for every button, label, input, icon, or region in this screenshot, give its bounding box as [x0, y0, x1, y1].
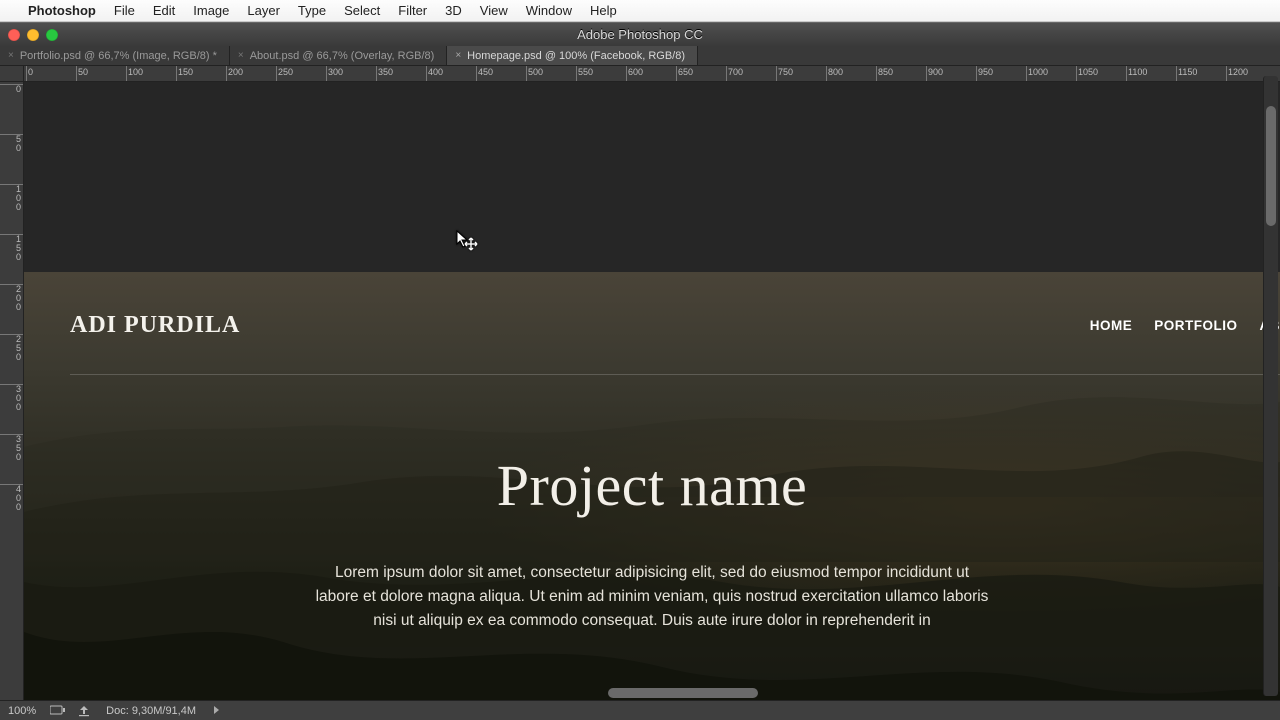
status-disclosure-icon[interactable] — [210, 705, 219, 717]
ruler-h-label: 450 — [478, 67, 493, 77]
menu-edit[interactable]: Edit — [153, 3, 175, 18]
ruler-h-label: 600 — [628, 67, 643, 77]
canvas[interactable]: ADI PURDILA HOME PORTFOLIO ABOUT Project… — [24, 82, 1280, 700]
site-nav: HOME PORTFOLIO ABOUT — [1090, 318, 1280, 333]
design-artboard: ADI PURDILA HOME PORTFOLIO ABOUT Project… — [24, 272, 1280, 700]
ruler-h-label: 50 — [78, 67, 88, 77]
tab-label: About.psd @ 66,7% (Overlay, RGB/8) — [250, 50, 435, 62]
workspace: 0501001502002503003504004505005506006507… — [0, 66, 1280, 700]
menu-filter[interactable]: Filter — [398, 3, 427, 18]
ruler-v-label: 250 — [0, 335, 23, 362]
ruler-v-label: 150 — [0, 235, 23, 262]
ruler-vertical[interactable]: 0 50 100 150 200 250 300 350 400 — [0, 82, 24, 700]
ruler-v-label: 0 — [0, 85, 23, 94]
ruler-v-label: 200 — [0, 285, 23, 312]
ruler-h-label: 1200 — [1228, 67, 1248, 77]
document-tabs: × Portfolio.psd @ 66,7% (Image, RGB/8) *… — [0, 46, 1280, 66]
ruler-h-label: 150 — [178, 67, 193, 77]
ruler-h-label: 300 — [328, 67, 343, 77]
ruler-h-label: 550 — [578, 67, 593, 77]
device-preview-icon[interactable] — [50, 705, 64, 716]
tab-label: Homepage.psd @ 100% (Facebook, RGB/8) — [467, 50, 685, 62]
ruler-h-label: 350 — [378, 67, 393, 77]
traffic-lights — [8, 29, 58, 41]
ruler-h-label: 200 — [228, 67, 243, 77]
ruler-horizontal[interactable]: 0 50 100 150 200 250 300 350 400 450 500 550 600 650 7… — [24, 66, 1280, 82]
tab-homepage[interactable]: × Homepage.psd @ 100% (Facebook, RGB/8) — [447, 46, 698, 65]
nav-home[interactable]: HOME — [1090, 318, 1133, 333]
zoom-level[interactable]: 100% — [8, 705, 36, 717]
menu-app-name[interactable]: Photoshop — [28, 3, 96, 18]
menu-view[interactable]: View — [480, 3, 508, 18]
ruler-v-label: 350 — [0, 435, 23, 462]
ruler-h-label: 750 — [778, 67, 793, 77]
ruler-h-label: 950 — [978, 67, 993, 77]
ruler-h-label: 700 — [728, 67, 743, 77]
header-divider — [70, 374, 1280, 375]
ruler-h-label: 250 — [278, 67, 293, 77]
tab-label: Portfolio.psd @ 66,7% (Image, RGB/8) * — [20, 50, 217, 62]
menu-image[interactable]: Image — [193, 3, 229, 18]
close-icon[interactable]: × — [8, 50, 14, 61]
ruler-h-label: 400 — [428, 67, 443, 77]
window-title: Adobe Photoshop CC — [0, 27, 1280, 42]
menu-help[interactable]: Help — [590, 3, 617, 18]
ruler-h-label: 1150 — [1178, 67, 1197, 77]
hero-body: Lorem ipsum dolor sit amet, consectetur … — [312, 561, 992, 633]
share-icon[interactable] — [78, 705, 92, 716]
ruler-v-label: 400 — [0, 485, 23, 512]
ruler-h-label: 0 — [28, 67, 33, 77]
window-close-button[interactable] — [8, 29, 20, 41]
ruler-h-label: 1000 — [1028, 67, 1048, 77]
menu-file[interactable]: File — [114, 3, 135, 18]
ruler-h-label: 1100 — [1128, 67, 1147, 77]
ruler-v-label: 50 — [0, 135, 23, 153]
tab-portfolio[interactable]: × Portfolio.psd @ 66,7% (Image, RGB/8) * — [0, 46, 230, 65]
vertical-scroll-thumb[interactable] — [1266, 106, 1276, 226]
tab-about[interactable]: × About.psd @ 66,7% (Overlay, RGB/8) — [230, 46, 447, 65]
window-zoom-button[interactable] — [46, 29, 58, 41]
close-icon[interactable]: × — [238, 50, 244, 61]
ruler-h-label: 650 — [678, 67, 693, 77]
ruler-h-label: 500 — [528, 67, 543, 77]
menu-layer[interactable]: Layer — [247, 3, 280, 18]
doc-size[interactable]: Doc: 9,30M/91,4M — [106, 705, 196, 717]
window-titlebar: Adobe Photoshop CC — [0, 22, 1280, 46]
hero-title: Project name — [24, 452, 1280, 519]
horizontal-scroll-thumb[interactable] — [608, 688, 758, 698]
window-minimize-button[interactable] — [27, 29, 39, 41]
menu-window[interactable]: Window — [526, 3, 572, 18]
menu-type[interactable]: Type — [298, 3, 326, 18]
status-bar: 100% Doc: 9,30M/91,4M — [0, 700, 1280, 720]
ruler-h-label: 900 — [928, 67, 943, 77]
ruler-h-label: 850 — [878, 67, 893, 77]
vertical-scrollbar[interactable] — [1263, 76, 1278, 696]
ruler-v-label: 100 — [0, 185, 23, 212]
ruler-origin[interactable] — [0, 66, 24, 82]
hero-section: Project name Lorem ipsum dolor sit amet,… — [24, 452, 1280, 660]
mac-menubar: Photoshop File Edit Image Layer Type Sel… — [0, 0, 1280, 22]
site-logo: ADI PURDILA — [70, 312, 240, 339]
nav-portfolio[interactable]: PORTFOLIO — [1154, 318, 1237, 333]
ruler-h-label: 100 — [128, 67, 143, 77]
ruler-v-label: 300 — [0, 385, 23, 412]
ruler-h-label: 800 — [828, 67, 843, 77]
horizontal-scrollbar[interactable] — [48, 686, 1262, 700]
ruler-h-label: 1050 — [1078, 67, 1098, 77]
menu-select[interactable]: Select — [344, 3, 380, 18]
menu-3d[interactable]: 3D — [445, 3, 462, 18]
close-icon[interactable]: × — [455, 50, 461, 61]
